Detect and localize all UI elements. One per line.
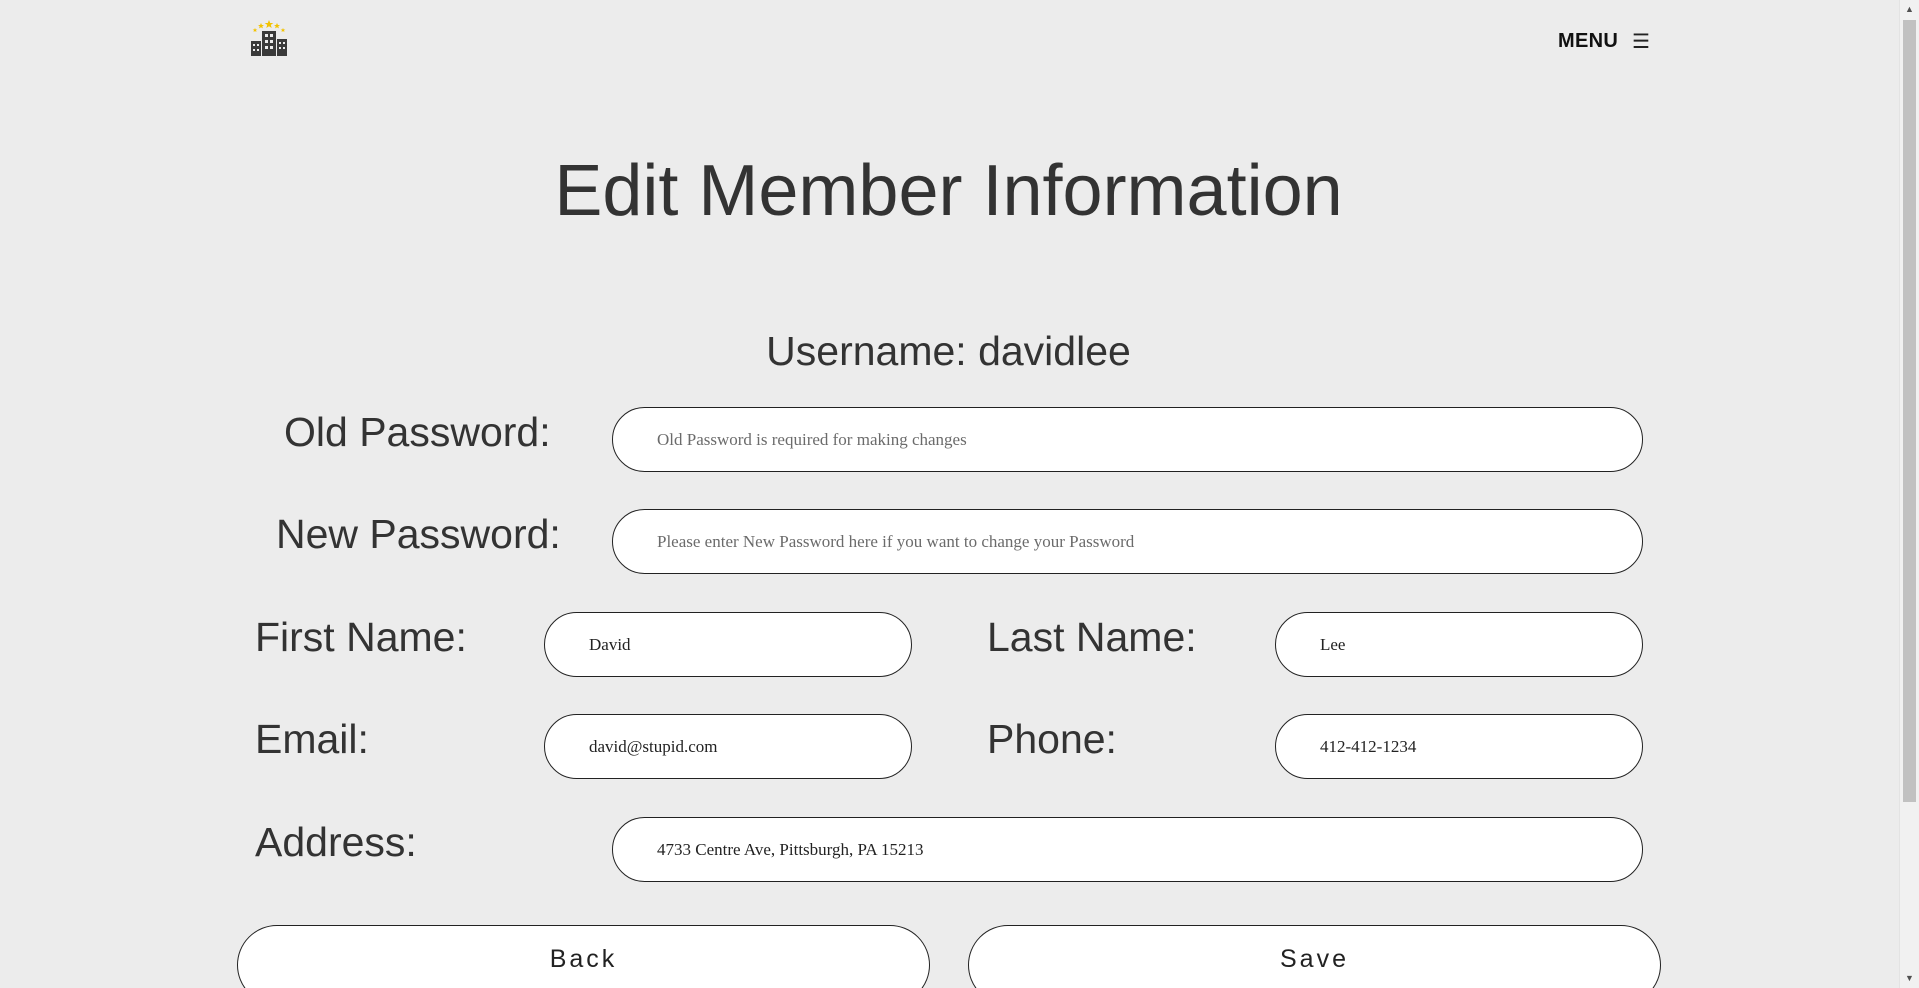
scroll-down-arrow-icon[interactable]: ▼ xyxy=(1900,970,1919,987)
save-button[interactable]: Save xyxy=(968,925,1661,988)
page-title: Edit Member Information xyxy=(554,151,1343,231)
address-input[interactable] xyxy=(612,817,1643,882)
hotel-logo-icon[interactable] xyxy=(249,19,289,56)
phone-input[interactable] xyxy=(1275,714,1643,779)
last-name-input[interactable] xyxy=(1275,612,1643,677)
first-name-label: First Name: xyxy=(255,614,467,660)
menu-button[interactable]: MENU ☰ xyxy=(1558,30,1650,53)
phone-label: Phone: xyxy=(987,716,1117,762)
edit-member-page: MENU ☰ Edit Member Information Username:… xyxy=(0,0,1919,988)
scroll-up-arrow-icon[interactable]: ▲ xyxy=(1900,1,1919,18)
menu-label: MENU xyxy=(1558,30,1619,52)
first-name-input[interactable] xyxy=(544,612,912,677)
email-input[interactable] xyxy=(544,714,912,779)
vertical-scrollbar[interactable]: ▲ ▼ xyxy=(1899,0,1919,988)
username-display: Username: davidlee xyxy=(766,328,1131,374)
last-name-label: Last Name: xyxy=(987,614,1197,660)
address-label: Address: xyxy=(255,819,417,865)
new-password-input[interactable] xyxy=(612,509,1643,574)
new-password-label: New Password: xyxy=(276,511,561,557)
email-label: Email: xyxy=(255,716,369,762)
hamburger-menu-icon: ☰ xyxy=(1632,30,1651,53)
scrollbar-thumb[interactable] xyxy=(1903,20,1916,802)
old-password-input[interactable] xyxy=(612,407,1643,472)
back-button[interactable]: Back xyxy=(237,925,930,988)
old-password-label: Old Password: xyxy=(284,409,551,455)
